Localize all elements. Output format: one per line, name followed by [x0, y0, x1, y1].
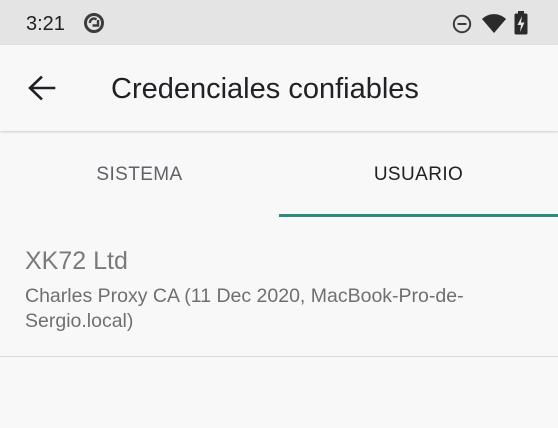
tab-bar: SISTEMA USUARIO — [0, 131, 558, 218]
status-time: 3:21 — [26, 13, 65, 35]
do-not-disturb-icon — [452, 14, 472, 34]
tab-sistema[interactable]: SISTEMA — [0, 131, 279, 218]
status-bar: 3:21 — [0, 0, 558, 45]
arrow-back-icon — [28, 75, 56, 101]
credential-organization: XK72 Ltd — [25, 247, 128, 275]
credential-list-item[interactable]: XK72 Ltd Charles Proxy CA (11 Dec 2020, … — [0, 218, 558, 357]
app-bar: Credenciales confiables — [0, 45, 558, 131]
battery-charging-icon — [514, 11, 528, 35]
tab-indicator — [279, 214, 558, 217]
tab-usuario[interactable]: USUARIO — [279, 131, 558, 218]
credentials-list: XK72 Ltd Charles Proxy CA (11 Dec 2020, … — [0, 218, 558, 428]
page-title: Credenciales confiables — [111, 73, 419, 105]
wifi-icon — [482, 14, 506, 33]
sync-badge-icon — [84, 13, 104, 33]
credential-name: Charles Proxy CA (11 Dec 2020, MacBook-P… — [25, 285, 464, 332]
back-button[interactable] — [16, 65, 66, 111]
